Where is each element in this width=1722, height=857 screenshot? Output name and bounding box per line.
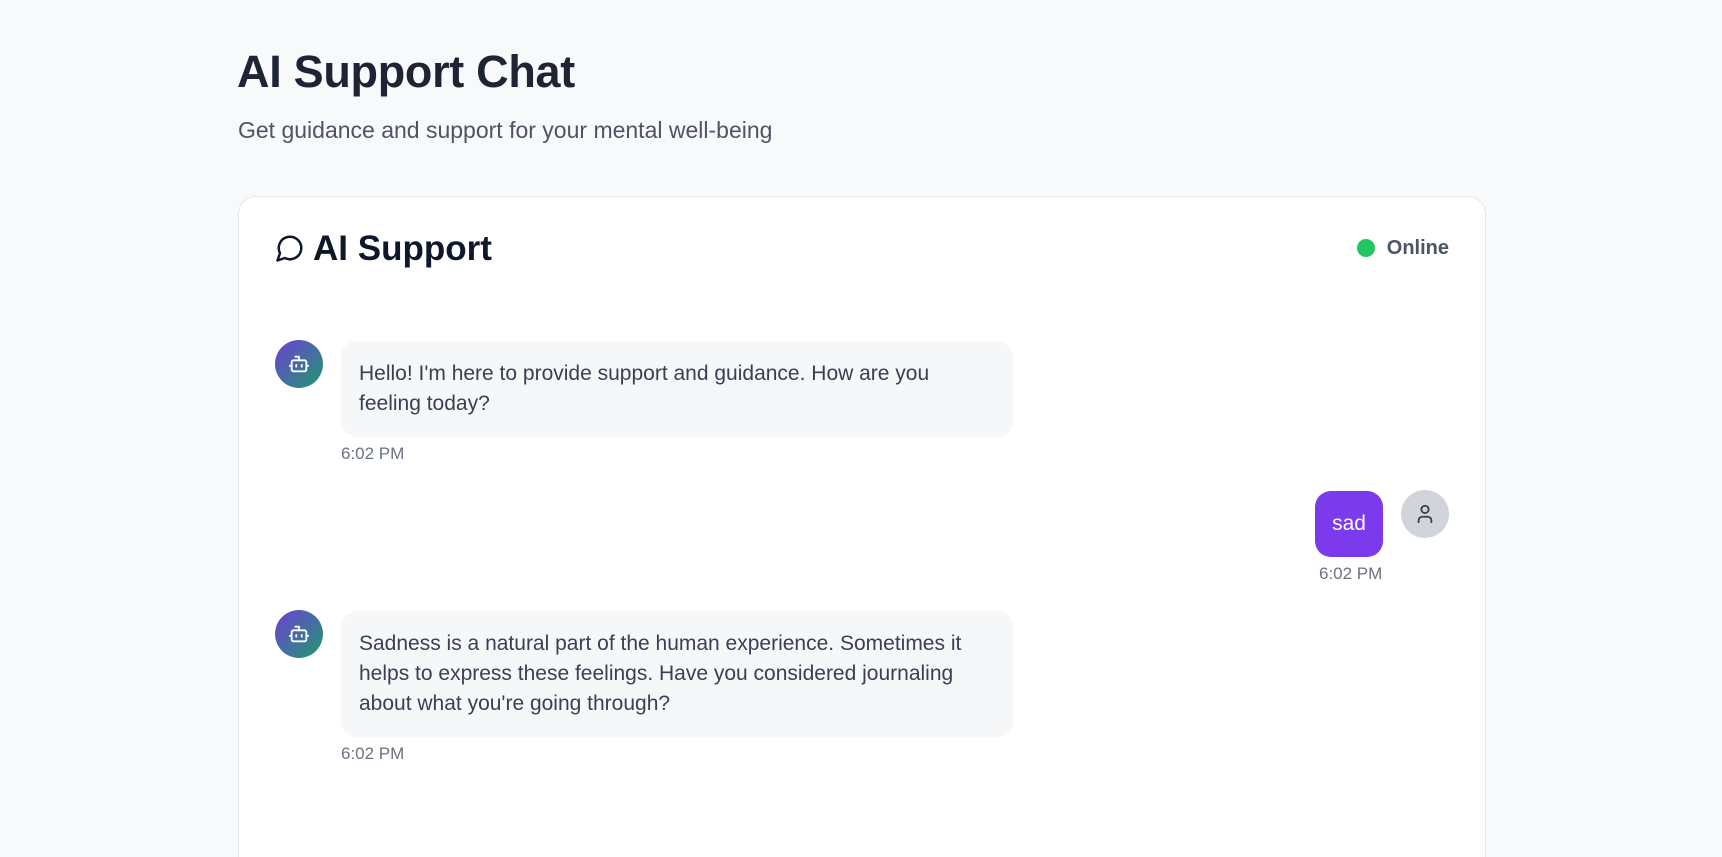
bot-icon bbox=[288, 355, 310, 373]
message-timestamp: 6:02 PM bbox=[1319, 564, 1383, 583]
message-timestamp: 6:02 PM bbox=[341, 444, 405, 463]
status-text: Online bbox=[1386, 236, 1449, 259]
message-circle-icon bbox=[276, 235, 303, 262]
bot-icon bbox=[288, 625, 310, 643]
bot-message-bubble: Sadness is a natural part of the human e… bbox=[341, 611, 1013, 737]
page: AI Support Chat Get guidance and support… bbox=[0, 0, 1722, 857]
status-dot bbox=[1356, 239, 1375, 257]
message-timestamp: 6:02 PM bbox=[341, 744, 405, 763]
status-indicator: Online bbox=[1356, 235, 1449, 261]
user-avatar bbox=[1401, 490, 1449, 538]
bot-avatar bbox=[275, 340, 323, 388]
chat-header: AI Support Online bbox=[275, 229, 1449, 273]
user-message-bubble: sad bbox=[1315, 491, 1383, 557]
bot-avatar bbox=[275, 610, 323, 658]
chat-title: AI Support bbox=[313, 229, 492, 268]
user-icon bbox=[1417, 504, 1433, 524]
bot-message-bubble: Hello! I'm here to provide support and g… bbox=[341, 341, 1013, 437]
page-subtitle: Get guidance and support for your mental… bbox=[238, 117, 773, 143]
chat-card: AI Support Online Hello! I'm here to pro… bbox=[238, 196, 1486, 857]
page-title: AI Support Chat bbox=[237, 46, 575, 97]
